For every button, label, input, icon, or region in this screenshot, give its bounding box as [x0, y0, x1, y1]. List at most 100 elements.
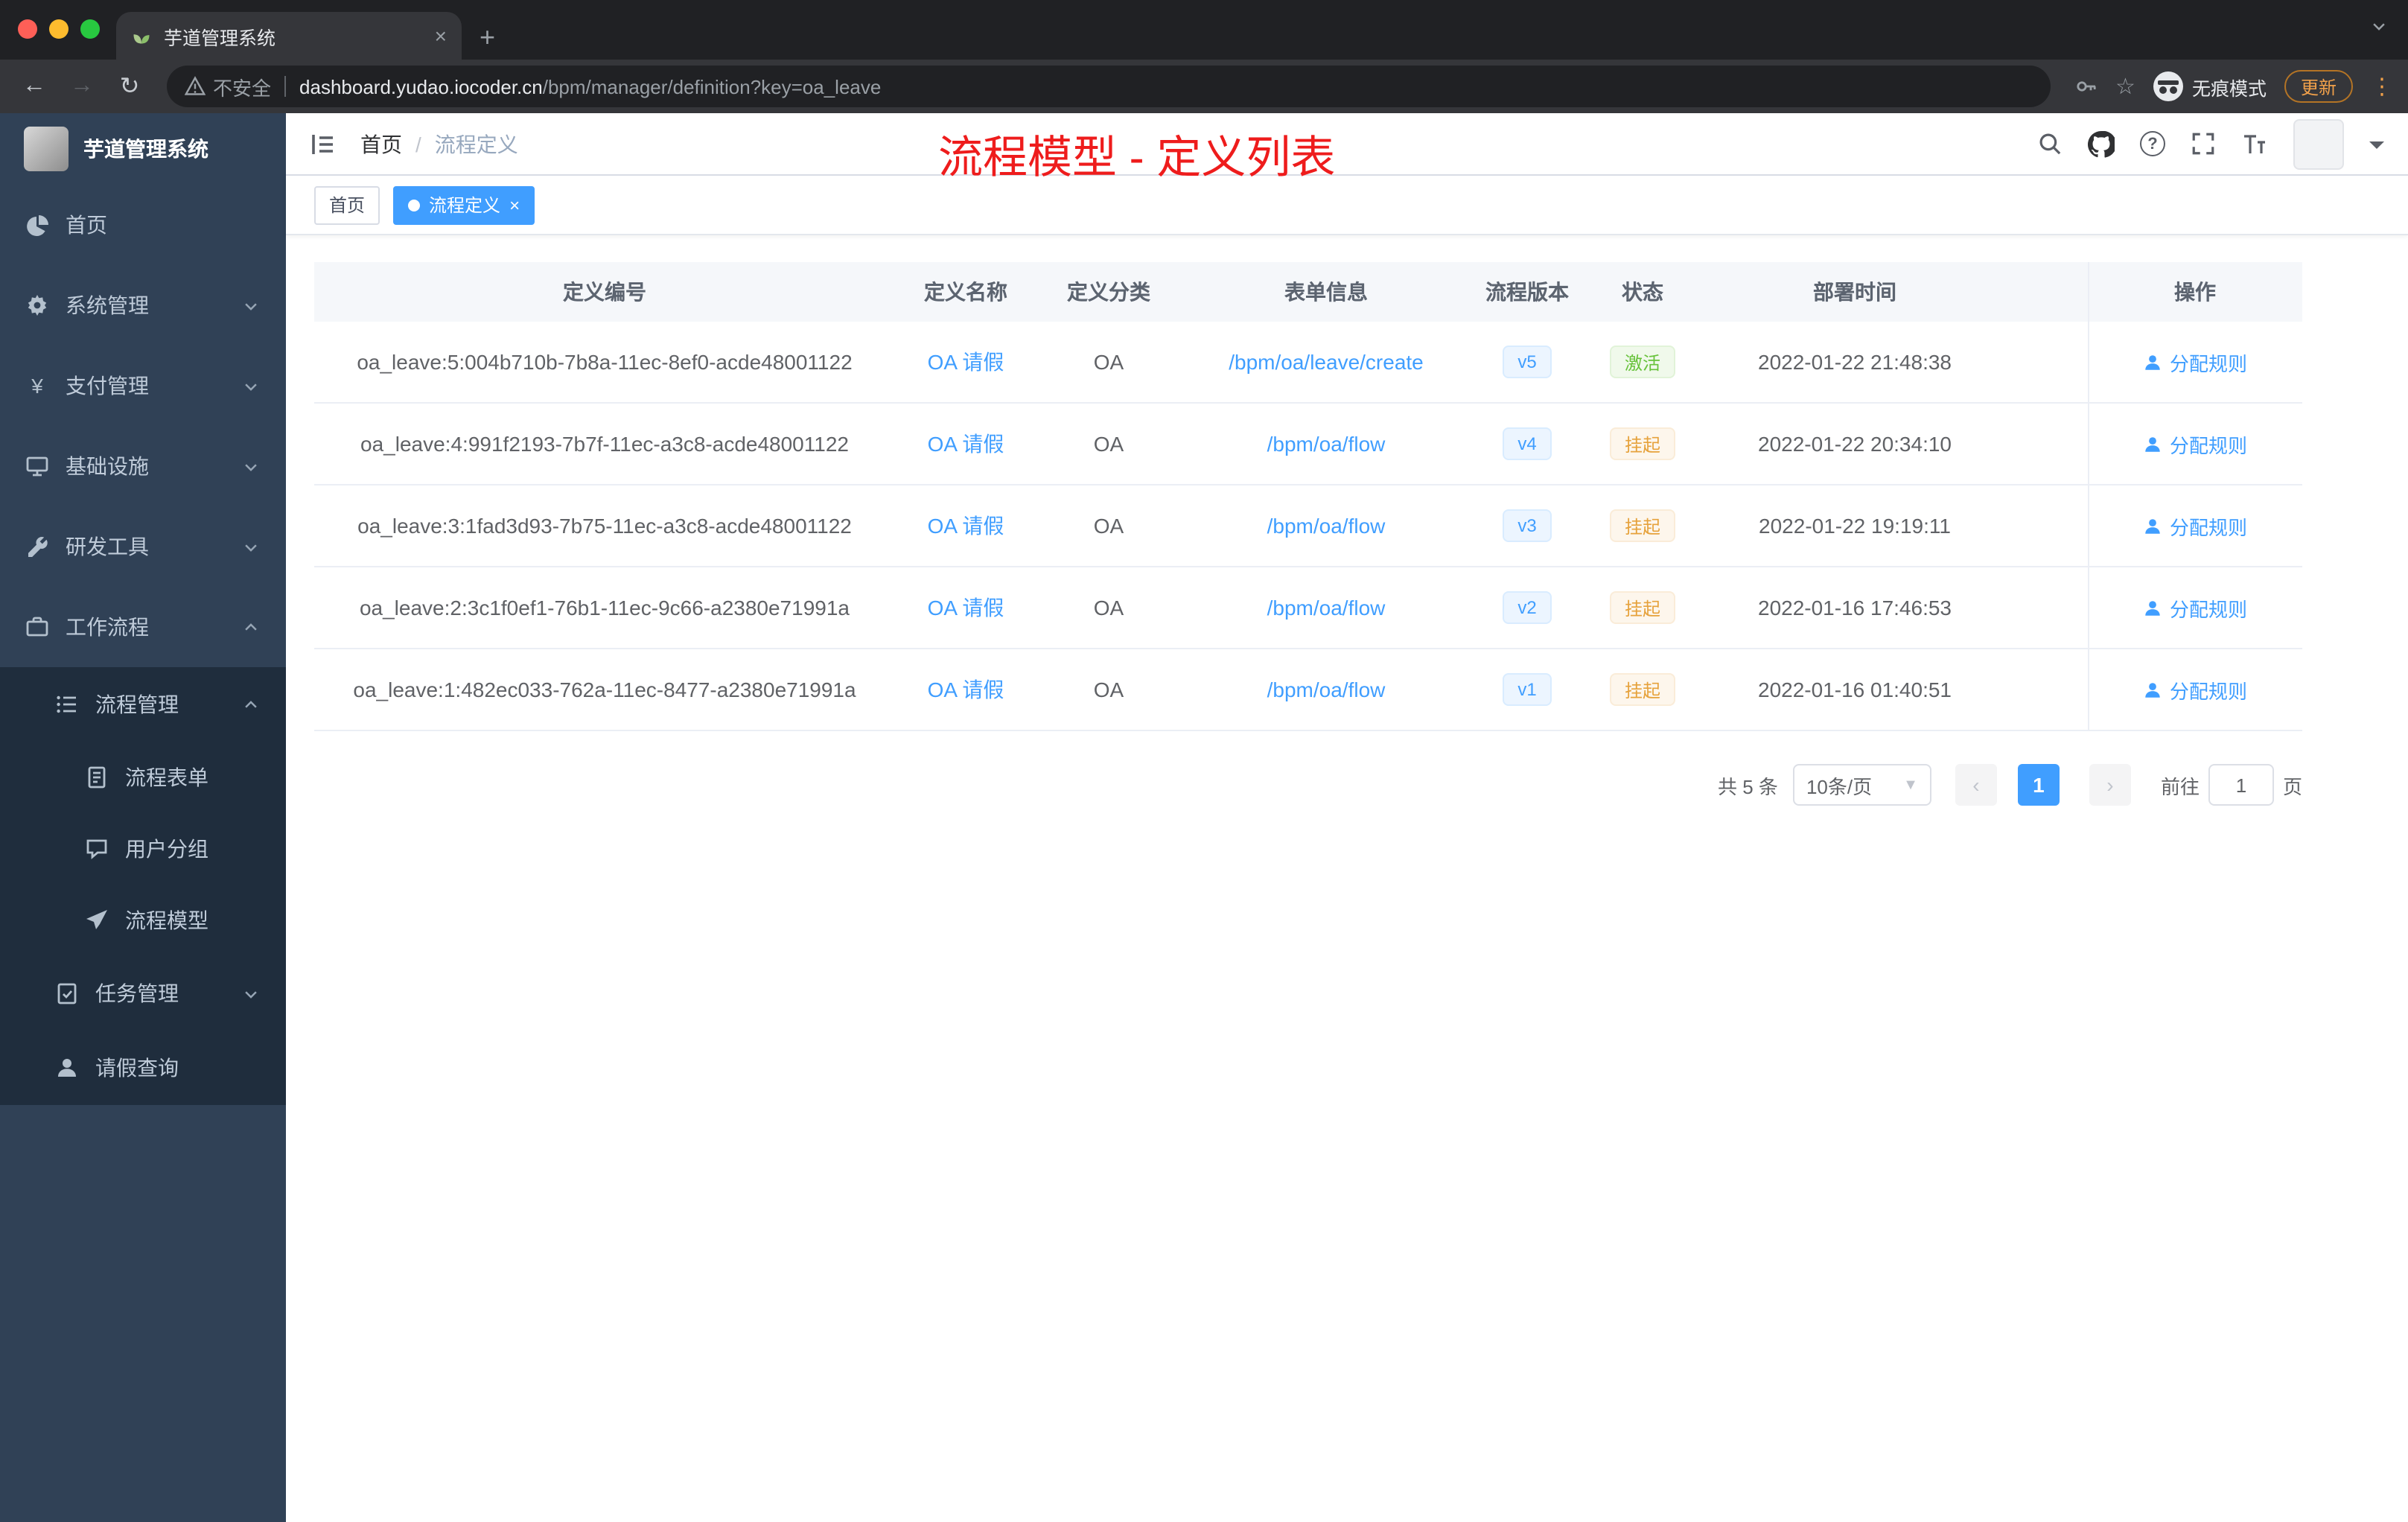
sidebar-item-process-form[interactable]: 流程表单 [0, 742, 286, 813]
sidebar-item-infrastructure[interactable]: 基础设施 [0, 426, 286, 506]
sidebar-menu: 首页 系统管理 ¥ 支付管理 基础设施 研发工具 工作流程 流程管理 流程表单 … [0, 185, 286, 1105]
sidebar-item-user-group[interactable]: 用户分组 [0, 813, 286, 885]
browser-menu-icon[interactable]: ⋮ [2371, 73, 2393, 100]
column-header: 流程版本 [1485, 280, 1569, 304]
goto-label: 前往 [2160, 775, 2200, 797]
page-size-select[interactable]: 10条/页 ▼ [1792, 764, 1931, 806]
cell-version: v2 [1471, 591, 1583, 624]
column-header: 表单信息 [1284, 280, 1368, 304]
wrench-icon [24, 533, 51, 560]
sidebar-item-label: 流程管理 [95, 692, 179, 716]
sidebar-item-process-model[interactable]: 流程模型 [0, 885, 286, 956]
assign-rule-link[interactable]: 分配规则 [2088, 430, 2302, 458]
forward-button[interactable]: → [63, 67, 101, 106]
browser-update-button[interactable]: 更新 [2284, 70, 2353, 103]
cell-deploy-time: 2022-01-16 01:40:51 [1758, 678, 1952, 701]
column-header: 操作 [2174, 280, 2216, 304]
favicon [131, 25, 152, 46]
sidebar-item-home[interactable]: 首页 [0, 185, 286, 265]
sidebar-item-label: 工作流程 [66, 615, 149, 639]
navbar-actions [2037, 118, 2384, 169]
goto-page-input[interactable] [2208, 764, 2274, 806]
bookmark-star-icon[interactable]: ☆ [2115, 73, 2135, 100]
cell-status: 挂起 [1583, 591, 1702, 624]
cell-version: v1 [1471, 673, 1583, 706]
fullscreen-icon[interactable] [2191, 131, 2216, 156]
assign-rule-link[interactable]: 分配规则 [2088, 348, 2302, 376]
column-header: 定义编号 [563, 280, 646, 304]
user-icon [2145, 436, 2160, 451]
avatar-caret-icon[interactable] [2369, 141, 2384, 156]
status-badge: 挂起 [1609, 427, 1675, 460]
sidebar-item-label: 用户分组 [125, 837, 208, 861]
status-badge: 激活 [1609, 346, 1675, 378]
url-path: /bpm/manager/definition?key=oa_leave [542, 75, 882, 98]
breadcrumb-home[interactable]: 首页 [360, 129, 402, 159]
current-page-button[interactable]: 1 [2017, 764, 2060, 806]
sidebar: 芋道管理系统 首页 系统管理 ¥ 支付管理 基础设施 研发工具 工作流程 流程管… [0, 113, 286, 1522]
security-label[interactable]: 不安全 [213, 72, 271, 101]
tag-process-definition[interactable]: 流程定义 × [393, 185, 535, 224]
assign-rule-link[interactable]: 分配规则 [2088, 593, 2302, 622]
address-bar[interactable]: 不安全 dashboard.yudao.iocoder.cn/bpm/manag… [167, 66, 2051, 107]
table-row: oa_leave:5:004b710b-7b8a-11ec-8ef0-acde4… [314, 322, 2302, 404]
cell-form-link[interactable]: /bpm/oa/flow [1181, 514, 1471, 538]
search-icon[interactable] [2037, 131, 2063, 156]
cell-definition-id: oa_leave:2:3c1f0ef1-76b1-11ec-9c66-a2380… [359, 596, 850, 620]
sidebar-item-payment[interactable]: ¥ 支付管理 [0, 346, 286, 426]
next-page-button[interactable]: › [2089, 764, 2131, 806]
window-close-button[interactable] [18, 19, 37, 39]
sidebar-item-label: 支付管理 [66, 374, 149, 398]
new-tab-button[interactable]: + [480, 24, 495, 51]
app-title: 芋道管理系统 [83, 137, 208, 161]
assign-rule-link[interactable]: 分配规则 [2088, 675, 2302, 704]
tab-close-icon[interactable]: × [435, 24, 447, 48]
column-header: 定义分类 [1067, 280, 1150, 304]
back-button[interactable]: ← [15, 67, 54, 106]
cell-definition-name[interactable]: OA 请假 [895, 511, 1036, 541]
cell-definition-name[interactable]: OA 请假 [895, 593, 1036, 623]
assign-rule-label: 分配规则 [2169, 434, 2247, 456]
tag-label: 流程定义 [429, 195, 501, 216]
toolbar-right: ☆ 无痕模式 更新 ⋮ [2074, 70, 2393, 103]
tab-search-chevron-icon[interactable] [2371, 18, 2387, 34]
cell-definition-name[interactable]: OA 请假 [895, 675, 1036, 704]
key-icon[interactable] [2074, 74, 2098, 98]
reload-button[interactable]: ↻ [110, 67, 149, 106]
window-zoom-button[interactable] [80, 19, 100, 39]
app-logo: 芋道管理系统 [0, 113, 286, 185]
cell-form-link[interactable]: /bpm/oa/flow [1181, 432, 1471, 456]
browser-tab[interactable]: 芋道管理系统 × [116, 12, 462, 60]
tag-close-icon[interactable]: × [509, 194, 520, 215]
cell-definition-name[interactable]: OA 请假 [895, 429, 1036, 459]
tag-home[interactable]: 首页 [314, 185, 380, 224]
prev-page-button[interactable]: ‹ [1955, 764, 1997, 806]
window-minimize-button[interactable] [49, 19, 69, 39]
browser-chrome: 芋道管理系统 × + ← → ↻ 不安全 dashboard.yudao.ioc… [0, 0, 2408, 113]
cell-form-link[interactable]: /bpm/oa/flow [1181, 596, 1471, 620]
sidebar-item-label: 请假查询 [95, 1056, 179, 1080]
user-icon [54, 1054, 80, 1081]
assign-rule-link[interactable]: 分配规则 [2088, 512, 2302, 540]
user-icon [2145, 518, 2160, 533]
sidebar-item-system[interactable]: 系统管理 [0, 265, 286, 346]
help-icon[interactable] [2140, 131, 2165, 156]
chevron-up-icon [243, 619, 259, 635]
sidebar-item-label: 流程表单 [125, 765, 208, 789]
sidebar-collapse-icon[interactable] [310, 130, 337, 157]
tab-strip: 芋道管理系统 × + [0, 0, 2408, 60]
sidebar-item-leave-query[interactable]: 请假查询 [0, 1031, 286, 1105]
font-size-icon[interactable] [2241, 130, 2268, 157]
cell-definition-name[interactable]: OA 请假 [895, 347, 1036, 377]
version-badge: v1 [1503, 673, 1552, 706]
sidebar-item-dev-tools[interactable]: 研发工具 [0, 506, 286, 587]
github-icon[interactable] [2088, 130, 2115, 157]
sidebar-item-task-management[interactable]: 任务管理 [0, 956, 286, 1031]
cell-form-link[interactable]: /bpm/oa/flow [1181, 678, 1471, 701]
cell-form-link[interactable]: /bpm/oa/leave/create [1181, 350, 1471, 374]
sidebar-item-workflow[interactable]: 工作流程 [0, 587, 286, 667]
user-avatar[interactable] [2293, 118, 2344, 169]
chevron-up-icon [243, 696, 259, 713]
column-header: 部署时间 [1813, 280, 1896, 304]
sidebar-item-process-management[interactable]: 流程管理 [0, 667, 286, 742]
